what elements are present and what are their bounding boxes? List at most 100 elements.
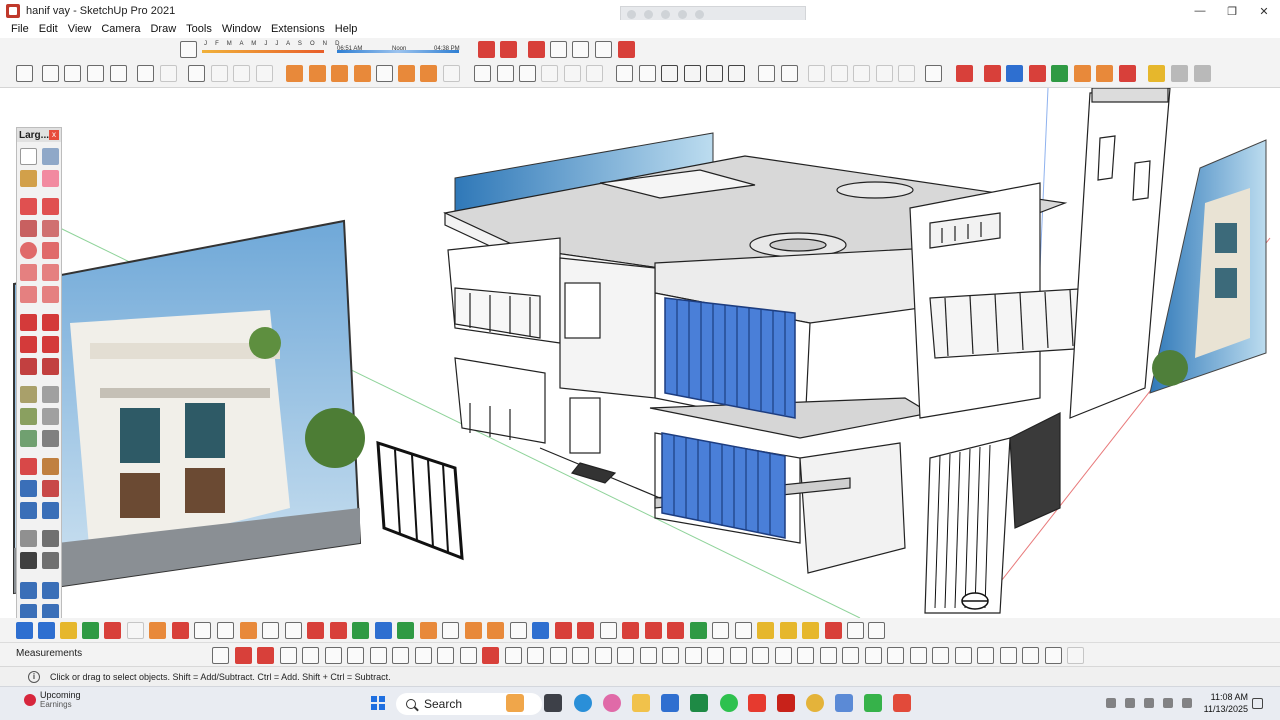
group-icon[interactable] bbox=[758, 65, 775, 82]
shadow-toggle-icon[interactable] bbox=[180, 41, 197, 58]
tool-v-icon[interactable] bbox=[685, 647, 702, 664]
ext-31-icon[interactable] bbox=[690, 622, 707, 639]
tool-d-icon[interactable] bbox=[280, 647, 297, 664]
offset-icon[interactable] bbox=[42, 358, 59, 375]
arc-icon[interactable] bbox=[20, 264, 37, 281]
wireframe-style-icon[interactable] bbox=[595, 41, 612, 58]
right-view-icon[interactable] bbox=[256, 65, 273, 82]
tool-j-icon[interactable] bbox=[415, 647, 432, 664]
tool-u-icon[interactable] bbox=[662, 647, 679, 664]
ext-3-icon[interactable] bbox=[60, 622, 77, 639]
language-icon[interactable] bbox=[627, 9, 636, 19]
ext-37-icon[interactable] bbox=[825, 622, 842, 639]
door-icon[interactable] bbox=[639, 65, 656, 82]
menu-view[interactable]: View bbox=[63, 23, 97, 35]
zoom-icon[interactable] bbox=[87, 65, 104, 82]
battery-icon[interactable] bbox=[1182, 698, 1192, 708]
rotate-tool-icon[interactable] bbox=[20, 336, 37, 353]
extension-warehouse-icon[interactable] bbox=[519, 65, 536, 82]
paint-icon[interactable] bbox=[616, 65, 633, 82]
two-point-arc-icon[interactable] bbox=[42, 264, 59, 281]
mic-icon[interactable] bbox=[661, 9, 670, 19]
display-section-cuts-icon[interactable] bbox=[528, 41, 545, 58]
tool-f-icon[interactable] bbox=[325, 647, 342, 664]
tool-aa-icon[interactable] bbox=[797, 647, 814, 664]
flip-icon[interactable] bbox=[808, 65, 825, 82]
cube-icon[interactable] bbox=[1148, 65, 1165, 82]
menu-tools[interactable]: Tools bbox=[181, 23, 217, 35]
keyboard-icon[interactable] bbox=[678, 9, 687, 19]
back-edges-style-icon[interactable] bbox=[572, 41, 589, 58]
xray-style-icon[interactable] bbox=[550, 41, 567, 58]
help-mini-icon[interactable] bbox=[695, 9, 704, 19]
orbit-icon[interactable] bbox=[42, 65, 59, 82]
ext-24-icon[interactable] bbox=[532, 622, 549, 639]
recorder-icon[interactable] bbox=[893, 694, 911, 712]
chrome-icon[interactable] bbox=[806, 694, 824, 712]
task-view-icon[interactable] bbox=[544, 694, 562, 712]
zoom-tool-icon[interactable] bbox=[20, 480, 37, 497]
tool-ac-icon[interactable] bbox=[842, 647, 859, 664]
gate-panel[interactable] bbox=[376, 440, 464, 561]
polygon-icon[interactable] bbox=[42, 242, 59, 259]
search-model-icon[interactable] bbox=[20, 582, 37, 599]
ext-14-icon[interactable] bbox=[307, 622, 324, 639]
ext-33-icon[interactable] bbox=[735, 622, 752, 639]
mirror-icon[interactable] bbox=[853, 65, 870, 82]
tray-close-button[interactable]: x bbox=[49, 130, 59, 140]
dimension-icon[interactable] bbox=[42, 386, 59, 403]
section-plane-icon[interactable] bbox=[478, 41, 495, 58]
front-view-icon[interactable] bbox=[233, 65, 250, 82]
menu-file[interactable]: File bbox=[6, 23, 34, 35]
style-builder-icon[interactable] bbox=[564, 65, 581, 82]
distribute-icon[interactable] bbox=[1096, 65, 1113, 82]
close-button[interactable]: ✕ bbox=[1248, 0, 1280, 22]
ext-25-icon[interactable] bbox=[555, 622, 572, 639]
protractor-icon[interactable] bbox=[20, 408, 37, 425]
ext-16-icon[interactable] bbox=[352, 622, 369, 639]
ext-12-icon[interactable] bbox=[262, 622, 279, 639]
ext-17-icon[interactable] bbox=[375, 622, 392, 639]
hidden-line-style-icon[interactable] bbox=[618, 41, 635, 58]
ext-36-icon[interactable] bbox=[802, 622, 819, 639]
tool-ag-icon[interactable] bbox=[932, 647, 949, 664]
tool-o-icon[interactable] bbox=[527, 647, 544, 664]
ext-7-icon[interactable] bbox=[149, 622, 166, 639]
rotated-rect-icon[interactable] bbox=[42, 220, 59, 237]
menu-edit[interactable]: Edit bbox=[34, 23, 63, 35]
select-arrow-icon[interactable] bbox=[20, 148, 37, 165]
component-icon[interactable] bbox=[497, 65, 514, 82]
ext-1-icon[interactable] bbox=[16, 622, 33, 639]
tool-l-icon[interactable] bbox=[460, 647, 477, 664]
tool-p-icon[interactable] bbox=[550, 647, 567, 664]
taskbar-clock[interactable]: 11:08 AM 11/13/2025 bbox=[1192, 691, 1248, 715]
zoom-extents-tool-icon[interactable] bbox=[20, 502, 37, 519]
ext-27-icon[interactable] bbox=[600, 622, 617, 639]
reference-image-right[interactable] bbox=[1149, 139, 1267, 394]
zoom-extents-icon[interactable] bbox=[110, 65, 127, 82]
tool-al-icon[interactable] bbox=[1045, 647, 1062, 664]
ext-4-icon[interactable] bbox=[82, 622, 99, 639]
walk-icon[interactable] bbox=[20, 552, 37, 569]
move-z-icon[interactable] bbox=[1006, 65, 1023, 82]
iso-view-icon[interactable] bbox=[188, 65, 205, 82]
model-viewport[interactable] bbox=[0, 88, 1280, 618]
copilot-icon[interactable] bbox=[603, 694, 621, 712]
three-point-arc-icon[interactable] bbox=[20, 286, 37, 303]
paint-bucket-icon[interactable] bbox=[20, 170, 37, 187]
ext-6-icon[interactable] bbox=[127, 622, 144, 639]
ext-19-icon[interactable] bbox=[420, 622, 437, 639]
tool-q-icon[interactable] bbox=[572, 647, 589, 664]
tool-ad-icon[interactable] bbox=[865, 647, 882, 664]
menu-extensions[interactable]: Extensions bbox=[266, 23, 330, 35]
ext-32-icon[interactable] bbox=[712, 622, 729, 639]
freehand-icon[interactable] bbox=[42, 198, 59, 215]
look-around-icon[interactable] bbox=[42, 530, 59, 547]
sandbox-icon[interactable] bbox=[443, 65, 460, 82]
tool-y-icon[interactable] bbox=[752, 647, 769, 664]
tool-n-icon[interactable] bbox=[505, 647, 522, 664]
tool-m-icon[interactable] bbox=[482, 647, 499, 664]
tool-s-icon[interactable] bbox=[617, 647, 634, 664]
subtract-icon[interactable] bbox=[376, 65, 393, 82]
render-icon[interactable] bbox=[1171, 65, 1188, 82]
